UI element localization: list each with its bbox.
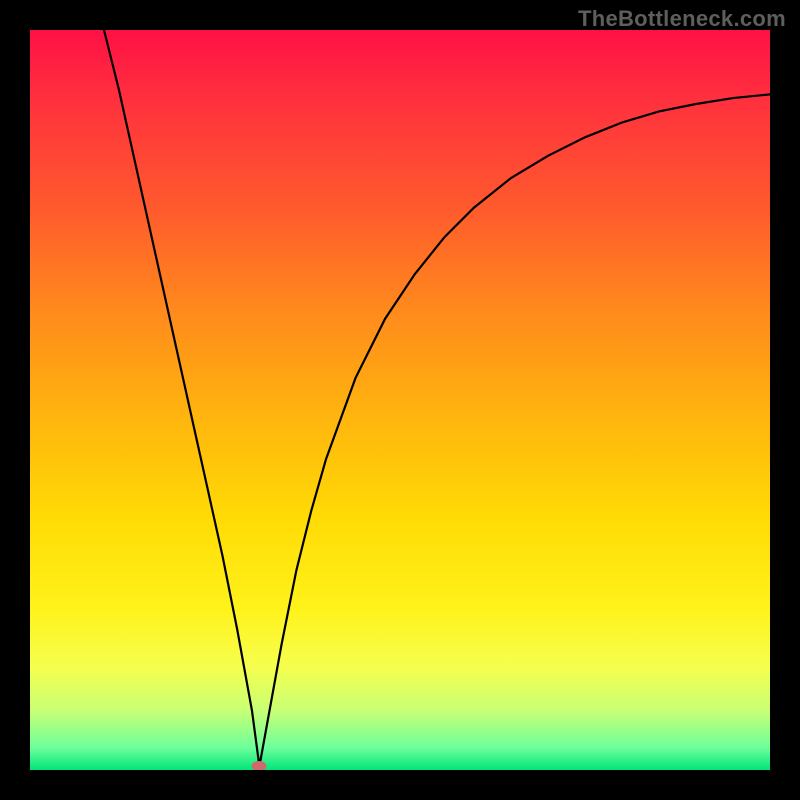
chart-container: TheBottleneck.com bbox=[0, 0, 800, 800]
watermark-text: TheBottleneck.com bbox=[578, 6, 786, 32]
plot-area bbox=[30, 30, 770, 770]
minimum-marker bbox=[252, 761, 267, 770]
bottleneck-curve bbox=[30, 30, 770, 770]
